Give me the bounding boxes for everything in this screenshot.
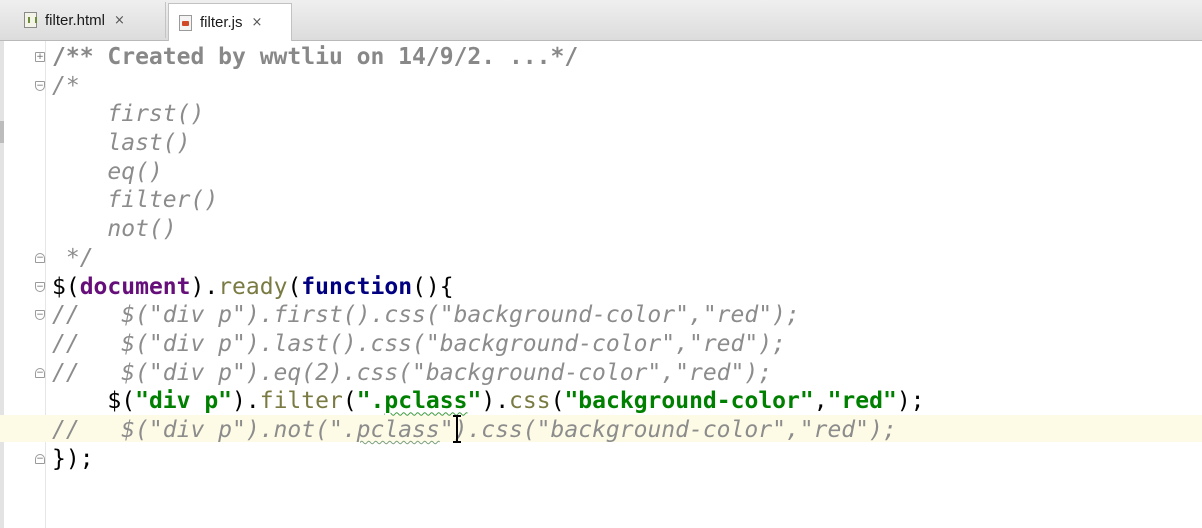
comment-text: first() [52, 101, 205, 128]
code-token: ( [287, 273, 302, 300]
code-token: ( [342, 388, 357, 415]
string-literal: "red" [827, 388, 897, 415]
code-line-12: − // $("div p").eq(2).css("background-co… [0, 359, 1202, 388]
code-lines: + /** Created by wwtliu on 14/9/2. ...*/… [0, 43, 1202, 473]
code-token: ( [550, 388, 565, 415]
editor-tab-bar: filter.html × filter.js × [0, 0, 1202, 41]
code-token: ). [190, 273, 219, 300]
line-comment: ").css("background-color","red"); [439, 416, 897, 443]
code-token-filter: filter [259, 388, 343, 415]
line-comment: // $("div p").eq(2).css("background-colo… [52, 359, 773, 386]
code-line-8: − */ [0, 244, 1202, 273]
code-line-11: // $("div p").last().css("background-col… [0, 330, 1202, 359]
code-line-4: last() [0, 129, 1202, 158]
line-comment: // $("div p").first().css("background-co… [52, 302, 800, 329]
string-literal: "background-color" [564, 388, 814, 415]
fold-collapse-icon[interactable]: − [35, 80, 45, 91]
line-comment: // $("div p").not(". [52, 416, 357, 443]
fold-end-icon[interactable]: − [35, 367, 45, 378]
block-comment-start: /* [52, 72, 80, 99]
code-line-6: filter() [0, 186, 1202, 215]
ide-window: filter.html × filter.js × + /** Created … [0, 0, 1202, 528]
fold-end-icon[interactable]: − [35, 453, 45, 464]
code-token: $( [52, 273, 80, 300]
code-line-2: − /* [0, 72, 1202, 101]
code-token: $( [52, 388, 136, 415]
fold-end-icon[interactable]: − [35, 252, 45, 263]
html-file-icon [24, 12, 37, 28]
doc-comment: /** Created by wwtliu on 14/9/2. ...*/ [52, 44, 579, 70]
fold-expand-icon[interactable]: + [35, 52, 45, 62]
code-token: (){ [412, 273, 454, 300]
code-token-css: css [509, 388, 551, 415]
code-token-ready: ready [218, 273, 288, 300]
code-token: ). [232, 388, 260, 415]
code-token-function: function [301, 273, 413, 300]
code-line-1: + /** Created by wwtliu on 14/9/2. ...*/ [0, 43, 1202, 72]
tab-filter-js[interactable]: filter.js × [168, 3, 292, 41]
code-line-9: − $(document).ready(function(){ [0, 273, 1202, 302]
comment-text: eq() [52, 158, 163, 185]
code-line-13: $("div p").filter(".pclass").css("backgr… [0, 387, 1202, 416]
string-literal-typo: pclass [384, 388, 468, 415]
tab-filter-html[interactable]: filter.html × [14, 2, 166, 38]
fold-collapse-icon[interactable]: − [35, 281, 45, 292]
comment-text: last() [52, 130, 191, 157]
code-line-3: first() [0, 100, 1202, 129]
line-comment: // $("div p").last().css("background-col… [52, 330, 786, 357]
code-token: ). [481, 388, 510, 415]
code-line-15: − }); [0, 445, 1202, 474]
code-line-5: eq() [0, 158, 1202, 187]
string-literal: ". [356, 388, 385, 415]
string-literal: "div p" [135, 388, 233, 415]
line-comment-typo: pclass [356, 416, 440, 443]
code-line-7: not() [0, 215, 1202, 244]
code-editor[interactable]: + /** Created by wwtliu on 14/9/2. ...*/… [0, 41, 1202, 528]
code-token: }); [52, 445, 94, 472]
close-icon[interactable]: × [114, 13, 125, 28]
code-token: , [813, 388, 828, 415]
text-cursor-icon [453, 415, 461, 443]
code-line-10: − // $("div p").first().css("background-… [0, 301, 1202, 330]
tab-label: filter.js [200, 14, 243, 31]
comment-text: not() [52, 216, 177, 243]
tab-label: filter.html [45, 11, 106, 29]
code-token: ); [896, 388, 925, 415]
block-comment-end: */ [52, 244, 94, 271]
comment-text: filter() [52, 187, 219, 214]
fold-collapse-icon[interactable]: − [35, 310, 45, 321]
code-token-document: document [79, 273, 191, 300]
string-literal: " [467, 388, 482, 415]
close-icon[interactable]: × [252, 15, 263, 30]
code-line-14: // $("div p").not(".pclass").css("backgr… [0, 416, 1202, 445]
js-file-icon [179, 14, 192, 31]
